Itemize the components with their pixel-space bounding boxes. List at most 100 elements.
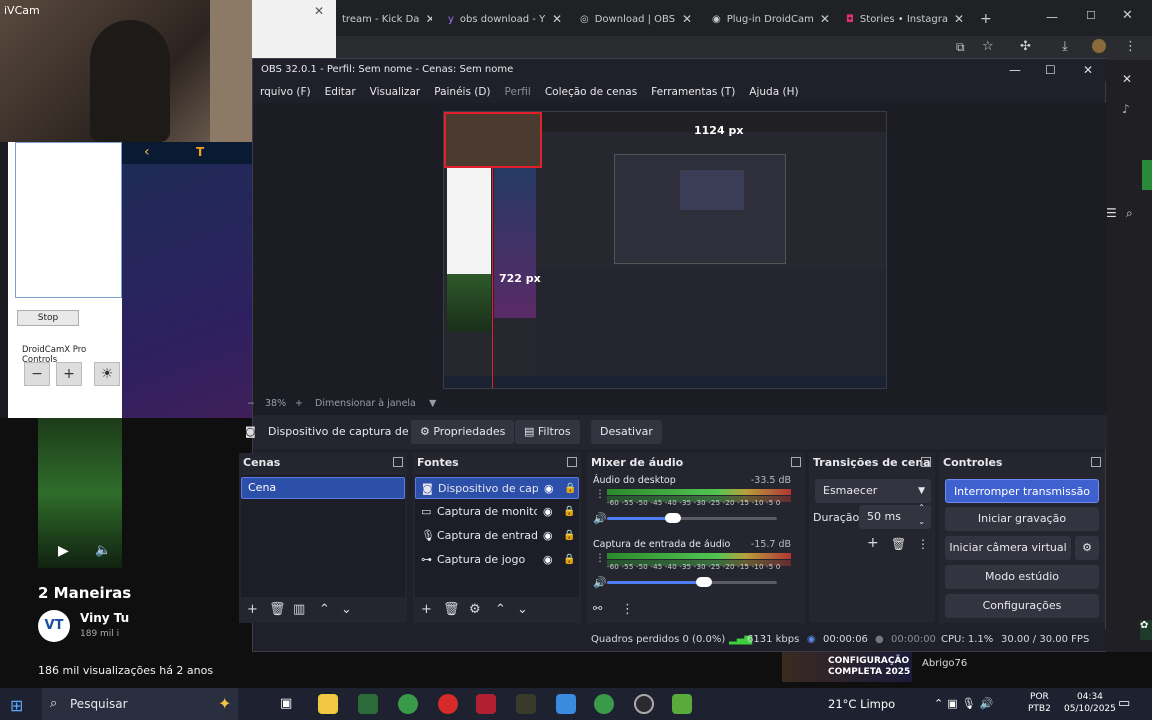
menu-icon[interactable]: ⋮ bbox=[595, 553, 605, 564]
close-icon[interactable]: ✕ bbox=[1122, 8, 1133, 23]
channel-avatar[interactable]: VT bbox=[38, 610, 70, 642]
new-tab-button[interactable]: + bbox=[974, 6, 994, 32]
minimize-icon[interactable]: — bbox=[1046, 10, 1058, 24]
lock-icon[interactable]: 🔒 bbox=[564, 478, 576, 498]
system-tray[interactable]: ⌃▣🎙🔊 bbox=[934, 688, 997, 720]
chevron-down-icon[interactable]: ▼ bbox=[429, 393, 436, 415]
menu-icon[interactable]: ⋮ bbox=[1124, 39, 1137, 54]
chevron-up-icon[interactable]: ⌃ bbox=[495, 602, 506, 617]
eye-icon[interactable]: ◉ bbox=[543, 501, 553, 523]
menu-icon[interactable]: ⋮ bbox=[595, 489, 605, 500]
task-view-icon[interactable]: ▣ bbox=[280, 696, 292, 711]
opera-icon[interactable] bbox=[438, 694, 458, 714]
minimize-icon[interactable]: — bbox=[1009, 59, 1021, 81]
weather[interactable]: 21°C Limpo bbox=[828, 688, 895, 720]
chevron-up-icon[interactable]: ⌃ bbox=[319, 602, 330, 617]
fit-to-window[interactable]: Dimensionar à janela bbox=[315, 393, 416, 415]
clock[interactable]: 04:34 05/10/2025 bbox=[1064, 691, 1116, 715]
speaker-icon[interactable]: 🔊 bbox=[593, 576, 607, 589]
duration-input[interactable]: 50 ms ⌃ ⌄ bbox=[859, 503, 931, 529]
trash-icon[interactable]: 🗑 bbox=[443, 602, 460, 617]
source-item[interactable]: ⊶ Captura de jogo ◉ 🔒 bbox=[415, 549, 579, 571]
back-icon[interactable]: ‹ bbox=[144, 144, 150, 160]
transition-select[interactable]: Esmaecer ▼ bbox=[815, 479, 931, 503]
source-item[interactable]: ▭ Captura de monitor ◉ 🔒 bbox=[415, 501, 579, 523]
filter-icon[interactable]: ▥ bbox=[293, 602, 305, 617]
play-icon[interactable]: ▶ bbox=[58, 543, 69, 559]
app-icon[interactable] bbox=[476, 694, 496, 714]
filters-button[interactable]: ▤ Filtros bbox=[515, 420, 580, 444]
speaker-icon[interactable]: 🔊 bbox=[593, 512, 607, 525]
maximize-icon[interactable]: ☐ bbox=[1045, 59, 1056, 81]
brightness-icon[interactable]: ☀ bbox=[94, 362, 120, 386]
gear-icon[interactable]: ⚙ bbox=[469, 602, 481, 617]
bell-icon[interactable]: ♪ bbox=[1122, 102, 1130, 116]
undock-icon[interactable] bbox=[791, 457, 801, 467]
stop-button[interactable]: Stop bbox=[17, 310, 79, 326]
close-icon[interactable]: ✕ bbox=[552, 12, 562, 26]
start-recording-button[interactable]: Iniciar gravação bbox=[945, 507, 1099, 531]
undock-icon[interactable] bbox=[567, 457, 577, 467]
notification-icon[interactable]: ▭ bbox=[1118, 696, 1130, 711]
language-indicator[interactable]: POR PTB2 bbox=[1028, 691, 1051, 715]
trash-icon[interactable]: 🗑 bbox=[269, 602, 286, 617]
close-icon[interactable]: ✕ bbox=[1122, 72, 1132, 86]
undock-icon[interactable] bbox=[393, 457, 403, 467]
close-icon[interactable]: ✕ bbox=[820, 12, 830, 26]
list-icon[interactable]: ☰ bbox=[1106, 206, 1117, 220]
app-icon[interactable] bbox=[516, 694, 536, 714]
close-icon[interactable]: ✕ bbox=[954, 12, 964, 26]
taskbar-search[interactable]: ⌕ Pesquisar bbox=[42, 688, 238, 720]
star-icon[interactable]: ☆ bbox=[982, 39, 994, 54]
promo-thumbnail[interactable]: CONFIGURAÇÃO COMPLETA 2025 bbox=[782, 652, 912, 682]
search-icon[interactable]: ⌕ bbox=[1126, 206, 1133, 221]
close-icon[interactable]: ✕ bbox=[1083, 59, 1093, 81]
stop-streaming-button[interactable]: Interromper transmissão bbox=[945, 479, 1099, 503]
slider-knob[interactable] bbox=[665, 513, 682, 523]
chrome-icon[interactable] bbox=[398, 694, 418, 714]
app-icon[interactable] bbox=[556, 694, 576, 714]
lock-icon[interactable]: 🔒 bbox=[563, 549, 575, 571]
chevron-down-icon[interactable]: ⌄ bbox=[517, 602, 528, 617]
add-icon[interactable]: + bbox=[867, 535, 879, 551]
volume-icon[interactable]: 🔈 bbox=[95, 543, 111, 558]
source-item[interactable]: ◙ Dispositivo de captu ◉ 🔒 bbox=[415, 477, 579, 499]
close-icon[interactable]: ✕ bbox=[682, 12, 692, 26]
link-icon[interactable]: ⚯ bbox=[593, 602, 602, 615]
eye-icon[interactable]: ◉ bbox=[543, 549, 553, 571]
windows-start-icon[interactable]: ⊞ bbox=[10, 696, 23, 715]
browser-tab[interactable]: ◘ Stories • Instagra ✕ bbox=[840, 6, 966, 32]
app-icon[interactable] bbox=[358, 694, 378, 714]
lock-icon[interactable]: 🔒 bbox=[563, 501, 575, 523]
channel-name[interactable]: Viny Tu bbox=[80, 611, 129, 625]
undock-icon[interactable] bbox=[921, 457, 931, 467]
preview-canvas[interactable]: 1124 px 722 px bbox=[443, 111, 887, 389]
menu-icon[interactable]: ⋮ bbox=[621, 602, 634, 617]
zoom-out-button[interactable]: − bbox=[247, 393, 255, 415]
extensions-icon[interactable]: ✣ bbox=[1020, 39, 1031, 54]
menu-edit[interactable]: Editar bbox=[318, 81, 363, 103]
menu-profile[interactable]: Perfil bbox=[498, 81, 538, 103]
menu-help[interactable]: Ajuda (H) bbox=[742, 81, 805, 103]
add-icon[interactable]: + bbox=[421, 602, 432, 617]
zoom-in-button[interactable]: + bbox=[295, 393, 303, 415]
settings-button[interactable]: Configurações bbox=[945, 594, 1099, 618]
gear-icon[interactable]: ⚙ bbox=[1075, 536, 1099, 560]
install-icon[interactable]: ⧉ bbox=[956, 40, 965, 55]
menu-tools[interactable]: Ferramentas (T) bbox=[644, 81, 742, 103]
chevron-down-icon[interactable]: ⌄ bbox=[341, 602, 352, 617]
eye-icon[interactable]: ◉ bbox=[544, 478, 554, 498]
eye-icon[interactable]: ◉ bbox=[543, 525, 553, 547]
gear-icon[interactable]: ✿ bbox=[1140, 620, 1152, 640]
close-icon[interactable]: ✕ bbox=[425, 12, 432, 26]
stepper-icon[interactable]: ⌃ ⌄ bbox=[918, 501, 925, 529]
add-icon[interactable]: + bbox=[247, 602, 258, 617]
properties-button[interactable]: ⚙ Propriedades bbox=[411, 420, 515, 444]
copilot-icon[interactable]: ✦ bbox=[218, 694, 231, 713]
scene-item[interactable]: Cena bbox=[241, 477, 405, 499]
maximize-icon[interactable]: ☐ bbox=[1086, 9, 1096, 22]
menu-file[interactable]: rquivo (F) bbox=[253, 81, 318, 103]
volume-slider[interactable] bbox=[607, 577, 777, 587]
source-item[interactable]: 🎙 Captura de entrada ◉ 🔒 bbox=[415, 525, 579, 547]
zoom-in-icon[interactable]: + bbox=[56, 362, 82, 386]
